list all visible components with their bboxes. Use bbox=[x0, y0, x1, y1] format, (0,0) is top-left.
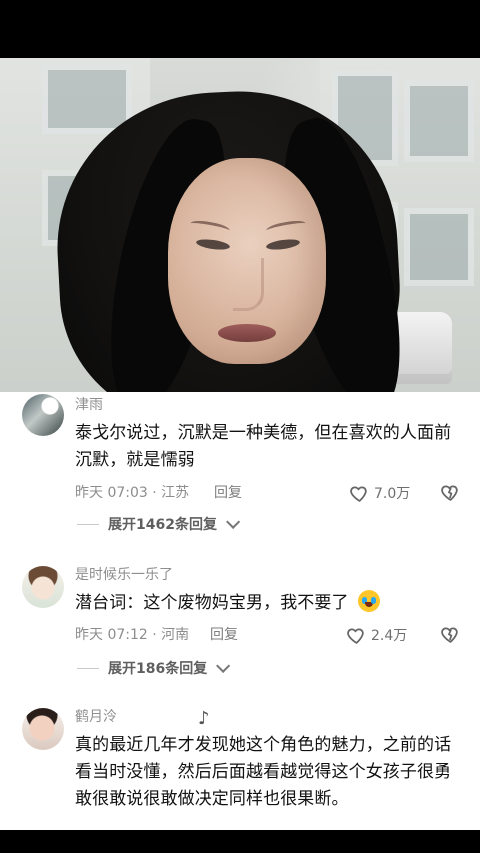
mouth bbox=[218, 324, 276, 342]
like-button[interactable]: 2.4万 bbox=[346, 625, 407, 646]
left-eye bbox=[195, 237, 231, 252]
heart-outline-icon bbox=[350, 486, 367, 502]
expand-replies-label: 展开1462条回复 bbox=[108, 517, 217, 533]
right-eye bbox=[265, 237, 301, 252]
right-eyebrow bbox=[265, 218, 307, 236]
like-count: 7.0万 bbox=[374, 485, 411, 502]
chevron-down-icon bbox=[216, 658, 231, 673]
broken-heart-outline-icon[interactable] bbox=[440, 624, 461, 645]
expand-replies-label: 展开186条回复 bbox=[108, 661, 208, 677]
bottom-black-bar bbox=[0, 830, 480, 853]
avatar[interactable] bbox=[22, 394, 64, 436]
phone-screen: 津雨 泰戈尔说过，沉默是一种美德，但在喜欢的人面前沉默，就是懦弱 昨天 07:0… bbox=[0, 0, 480, 853]
avatar[interactable] bbox=[22, 708, 64, 750]
broken-heart-outline-icon[interactable] bbox=[440, 482, 461, 503]
comment-time-location: 昨天 07:03 · 江苏 bbox=[75, 485, 190, 501]
emoji-mouth bbox=[365, 602, 374, 607]
comment-username[interactable]: 是时候乐一乐了 bbox=[75, 566, 173, 584]
expand-replies-button[interactable]: 展开186条回复 bbox=[108, 658, 231, 678]
reply-thread-line bbox=[77, 524, 99, 525]
building-window bbox=[42, 64, 132, 134]
avatar[interactable] bbox=[22, 566, 64, 608]
comment-list: 津雨 泰戈尔说过，沉默是一种美德，但在喜欢的人面前沉默，就是懦弱 昨天 07:0… bbox=[0, 392, 480, 830]
reply-button[interactable]: 回复 bbox=[214, 484, 242, 502]
like-count: 2.4万 bbox=[371, 627, 408, 644]
comment-text-content: 潜台词：这个废物妈宝男，我不要了 bbox=[75, 593, 349, 613]
crying-face-emoji-icon bbox=[358, 590, 381, 612]
video-frame[interactable] bbox=[0, 58, 480, 392]
nose bbox=[233, 258, 264, 311]
heart-outline-icon bbox=[347, 628, 364, 644]
building-window bbox=[404, 208, 474, 286]
like-button[interactable]: 7.0万 bbox=[349, 483, 410, 504]
left-eyebrow bbox=[189, 218, 231, 236]
building-window bbox=[404, 80, 474, 162]
comment-username[interactable]: 津雨 bbox=[75, 396, 103, 414]
reply-thread-line bbox=[77, 668, 99, 669]
reply-button[interactable]: 回复 bbox=[210, 626, 238, 644]
comment-time-location: 昨天 07:12 · 河南 bbox=[75, 627, 190, 643]
comment-text: 泰戈尔说过，沉默是一种美德，但在喜欢的人面前沉默，就是懦弱 bbox=[75, 423, 452, 470]
woman-face bbox=[168, 158, 326, 364]
comment-username[interactable]: 鹤月泠 ♪ bbox=[75, 708, 210, 728]
chevron-down-icon bbox=[225, 514, 241, 529]
comment-text: 真的最近几年才发现她这个角色的魅力，之前的话看当时没懂，然后后面越看越觉得这个女… bbox=[75, 735, 452, 809]
expand-replies-button[interactable]: 展开1462条回复 bbox=[108, 514, 241, 534]
music-note-icon: ♪ bbox=[198, 708, 210, 729]
comment-text: 潜台词：这个废物妈宝男，我不要了 bbox=[75, 590, 460, 617]
username-text: 鹤月泠 bbox=[75, 709, 117, 725]
